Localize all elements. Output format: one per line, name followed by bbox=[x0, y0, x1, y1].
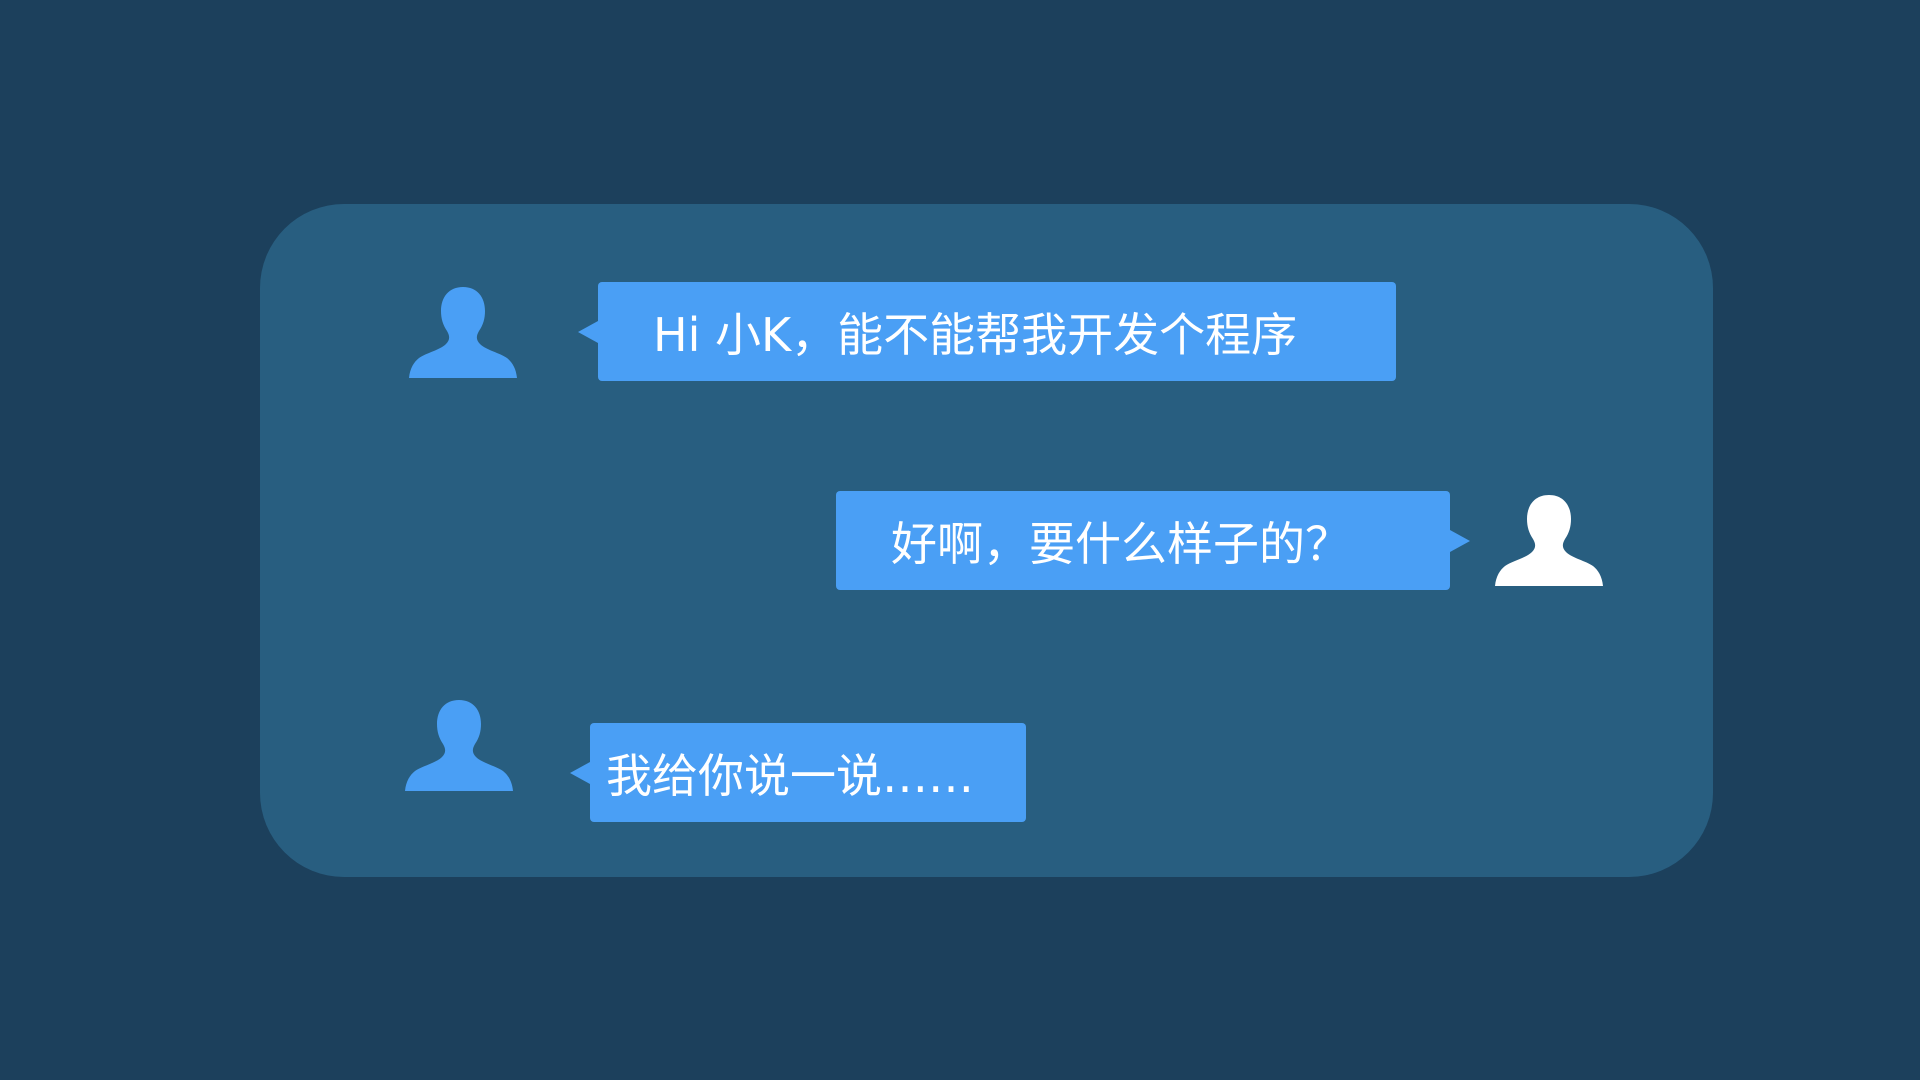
user-avatar-icon bbox=[405, 698, 513, 792]
user-avatar-icon bbox=[409, 285, 517, 379]
chat-scene: Hi 小K，能不能帮我开发个程序 好啊，要什么样子的？ 我给你说一说…… bbox=[0, 0, 1920, 1080]
bubble-tail bbox=[578, 320, 598, 343]
user-avatar-icon bbox=[1495, 493, 1603, 587]
chat-bubble[interactable]: 好啊，要什么样子的？ bbox=[836, 491, 1470, 590]
bubble-tail bbox=[570, 761, 590, 784]
bubble-tail bbox=[1450, 529, 1470, 552]
message-text: 好啊，要什么样子的？ bbox=[891, 516, 1351, 571]
message-text: 我给你说一说…… bbox=[606, 748, 974, 803]
chat-bubble[interactable]: 我给你说一说…… bbox=[570, 723, 1026, 822]
message-text: Hi 小K，能不能帮我开发个程序 bbox=[653, 307, 1298, 362]
chat-bubble[interactable]: Hi 小K，能不能帮我开发个程序 bbox=[578, 282, 1396, 381]
